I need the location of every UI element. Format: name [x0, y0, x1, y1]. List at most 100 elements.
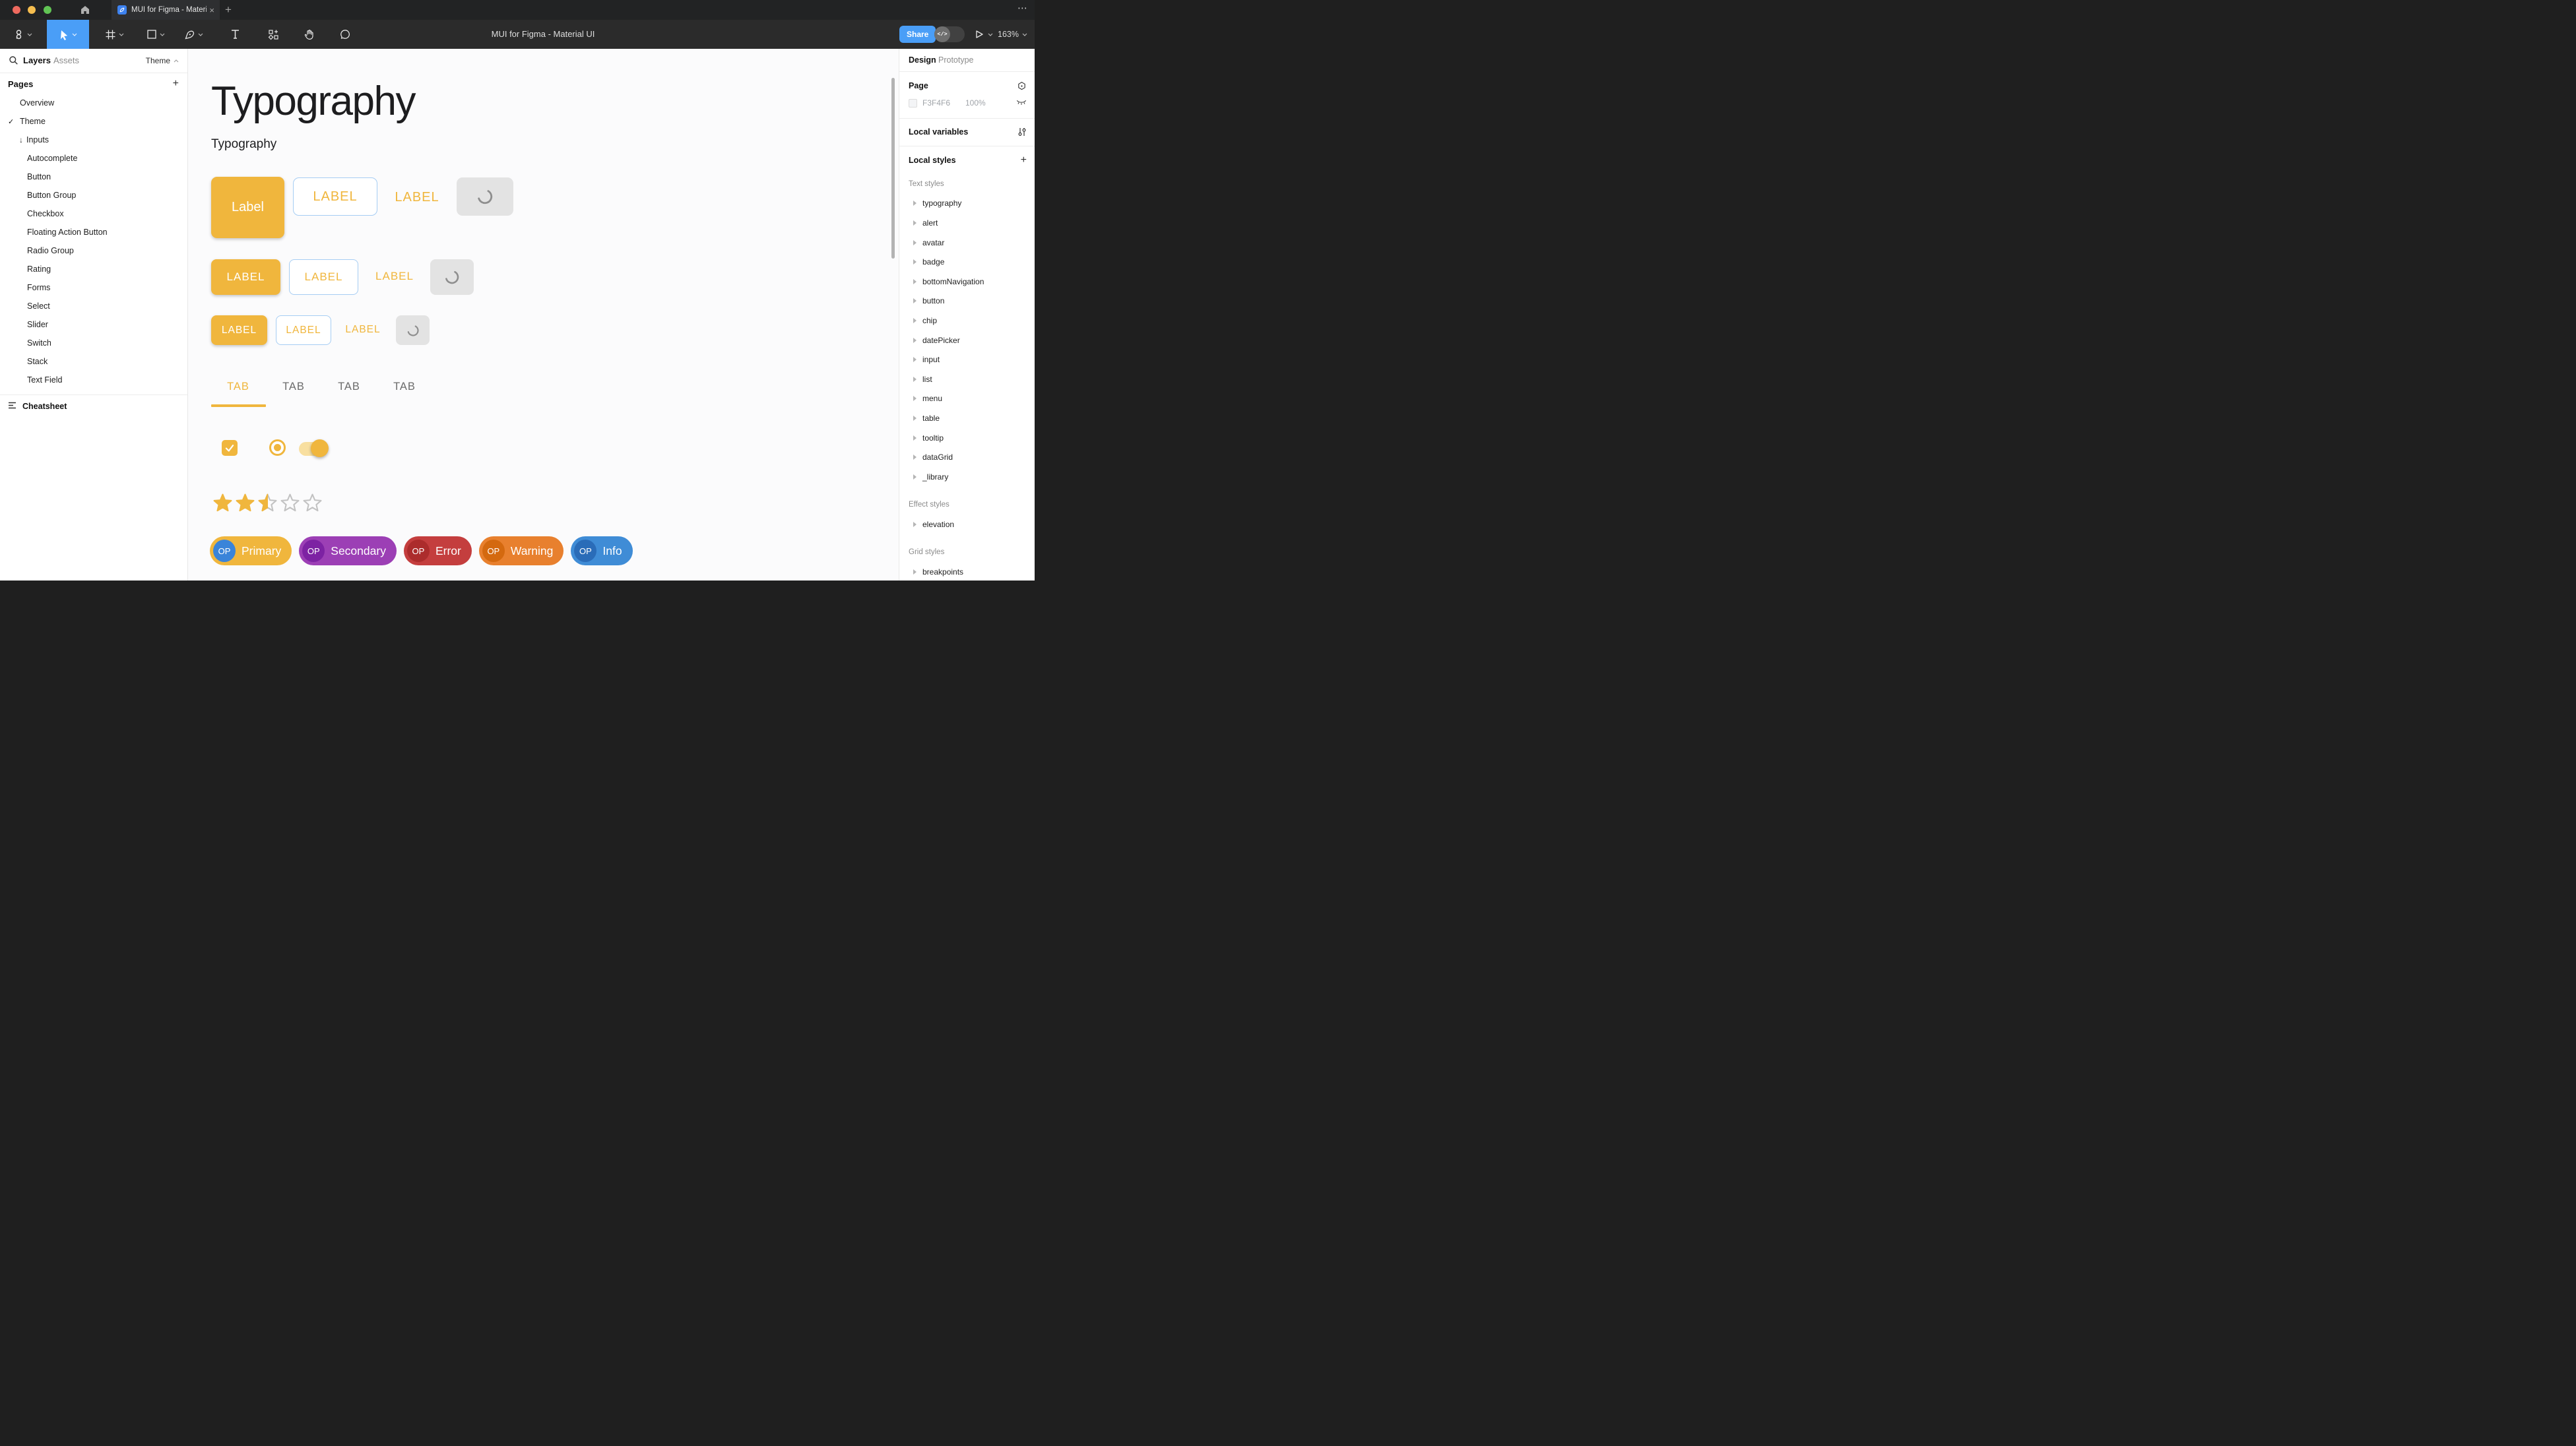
home-icon[interactable] — [80, 5, 92, 15]
search-icon[interactable] — [9, 55, 18, 69]
variables-icon[interactable] — [1017, 127, 1027, 137]
style-item-_library[interactable]: _library — [899, 467, 1035, 487]
disclosure-triangle-icon[interactable] — [913, 279, 917, 284]
disclosure-triangle-icon[interactable] — [913, 569, 917, 575]
file-tab[interactable]: MUI for Figma - Material UI × — [112, 0, 220, 20]
disclosure-triangle-icon[interactable] — [913, 377, 917, 382]
disclosure-triangle-icon[interactable] — [913, 220, 917, 226]
disclosure-triangle-icon[interactable] — [913, 259, 917, 265]
style-item-bottomNavigation[interactable]: bottomNavigation — [899, 272, 1035, 292]
star-icon[interactable] — [280, 493, 300, 513]
canvas[interactable]: Typography Typography Label LABEL LABEL … — [188, 49, 899, 581]
canvas-tab-0[interactable]: TAB — [218, 377, 258, 396]
sidebar-page-item[interactable]: Button — [0, 168, 187, 186]
style-item-alert[interactable]: alert — [899, 213, 1035, 233]
sidebar-page-item[interactable]: Autocomplete — [0, 149, 187, 168]
add-page-button[interactable]: + — [173, 78, 179, 90]
close-window-button[interactable] — [13, 6, 20, 14]
disclosure-triangle-icon[interactable] — [913, 435, 917, 441]
add-style-button[interactable]: + — [1021, 154, 1027, 166]
frame-tool-button[interactable] — [99, 20, 129, 49]
hand-tool-button[interactable] — [301, 20, 318, 49]
actions-tool-button[interactable] — [265, 20, 282, 49]
sidebar-item-cheatsheet[interactable]: Cheatsheet — [0, 397, 187, 416]
style-item-avatar[interactable]: avatar — [899, 233, 1035, 253]
sidebar-page-item[interactable]: Select — [0, 297, 187, 315]
star-icon[interactable] — [212, 493, 233, 513]
sidebar-page-item[interactable]: Forms — [0, 278, 187, 297]
styles-icon[interactable] — [1017, 81, 1027, 91]
tab-assets[interactable]: Assets — [53, 49, 79, 73]
document-title[interactable]: MUI for Figma - Material UI — [492, 20, 595, 49]
sidebar-page-item[interactable]: Switch — [0, 334, 187, 352]
fill-hex-value[interactable]: F3F4F6 — [922, 98, 950, 108]
chip-primary[interactable]: OPPrimary — [210, 536, 292, 565]
window-overflow-menu-icon[interactable]: ⋯ — [1017, 2, 1028, 14]
sidebar-page-item[interactable]: Checkbox — [0, 204, 187, 223]
shape-tool-button[interactable] — [141, 20, 171, 49]
disclosure-triangle-icon[interactable] — [913, 240, 917, 245]
star-icon[interactable] — [235, 493, 255, 513]
text-button-large[interactable]: LABEL — [391, 188, 443, 206]
sidebar-page-item[interactable]: Slider — [0, 315, 187, 334]
new-tab-button[interactable]: + — [225, 1, 232, 18]
chip-warning[interactable]: OPWarning — [479, 536, 564, 565]
star-icon[interactable] — [302, 493, 323, 513]
style-item-button[interactable]: button — [899, 292, 1035, 311]
disclosure-triangle-icon[interactable] — [913, 416, 917, 421]
disclosure-triangle-icon[interactable] — [913, 455, 917, 460]
comment-tool-button[interactable] — [337, 20, 354, 49]
contained-button-small[interactable]: LABEL — [211, 315, 267, 345]
style-item-chip[interactable]: chip — [899, 311, 1035, 330]
sidebar-page-item[interactable]: Text Field — [0, 371, 187, 389]
contained-button-large[interactable]: Label — [211, 177, 284, 238]
disclosure-triangle-icon[interactable] — [913, 201, 917, 206]
disclosure-triangle-icon[interactable] — [913, 338, 917, 343]
main-menu-button[interactable] — [8, 20, 37, 49]
style-item-breakpoints[interactable]: breakpoints — [899, 562, 1035, 582]
text-button-small[interactable]: LABEL — [342, 321, 384, 338]
share-button[interactable]: Share — [899, 26, 936, 43]
chip-secondary[interactable]: OPSecondary — [299, 536, 397, 565]
canvas-scrollbar[interactable] — [891, 78, 895, 259]
outlined-button-medium[interactable]: LABEL — [289, 259, 358, 295]
sidebar-page-item[interactable]: Floating Action Button — [0, 223, 187, 241]
sidebar-page-item[interactable]: Rating — [0, 260, 187, 278]
radio-selected[interactable] — [269, 439, 286, 456]
loading-button-medium[interactable] — [430, 259, 474, 295]
tab-layers[interactable]: Layers — [23, 49, 51, 73]
text-button-medium[interactable]: LABEL — [371, 268, 418, 285]
pen-tool-button[interactable] — [177, 20, 209, 49]
canvas-tab-1[interactable]: TAB — [274, 377, 313, 396]
style-item-dataGrid[interactable]: dataGrid — [899, 447, 1035, 467]
present-button[interactable] — [975, 20, 993, 49]
dev-mode-toggle[interactable]: </> — [934, 26, 965, 42]
checkbox-checked[interactable] — [222, 440, 238, 456]
chip-error[interactable]: OPError — [404, 536, 472, 565]
loading-button-large[interactable] — [457, 177, 513, 216]
style-item-table[interactable]: table — [899, 408, 1035, 428]
style-item-tooltip[interactable]: tooltip — [899, 428, 1035, 448]
disclosure-triangle-icon[interactable] — [913, 298, 917, 303]
canvas-tab-2[interactable]: TAB — [329, 377, 369, 396]
zoom-window-button[interactable] — [44, 6, 51, 14]
page-selector[interactable]: Theme — [146, 49, 179, 73]
fill-swatch[interactable] — [909, 99, 917, 108]
sidebar-page-item[interactable]: Radio Group — [0, 241, 187, 260]
eye-closed-icon[interactable] — [1016, 98, 1027, 106]
disclosure-triangle-icon[interactable] — [913, 396, 917, 401]
outlined-button-large[interactable]: LABEL — [293, 177, 377, 216]
sidebar-page-item[interactable]: ✓Theme — [0, 112, 187, 131]
style-item-input[interactable]: input — [899, 350, 1035, 369]
rating-stars[interactable] — [212, 493, 323, 513]
style-item-elevation[interactable]: elevation — [899, 515, 1035, 534]
outlined-button-small[interactable]: LABEL — [276, 315, 331, 345]
fill-opacity-value[interactable]: 100% — [965, 98, 986, 108]
tab-design[interactable]: Design — [909, 49, 936, 71]
disclosure-triangle-icon[interactable] — [913, 318, 917, 323]
tab-prototype[interactable]: Prototype — [938, 49, 974, 71]
style-item-list[interactable]: list — [899, 369, 1035, 389]
move-tool-button[interactable] — [47, 20, 89, 49]
style-item-datePicker[interactable]: datePicker — [899, 330, 1035, 350]
sidebar-page-item[interactable]: ↓Inputs — [0, 131, 187, 149]
